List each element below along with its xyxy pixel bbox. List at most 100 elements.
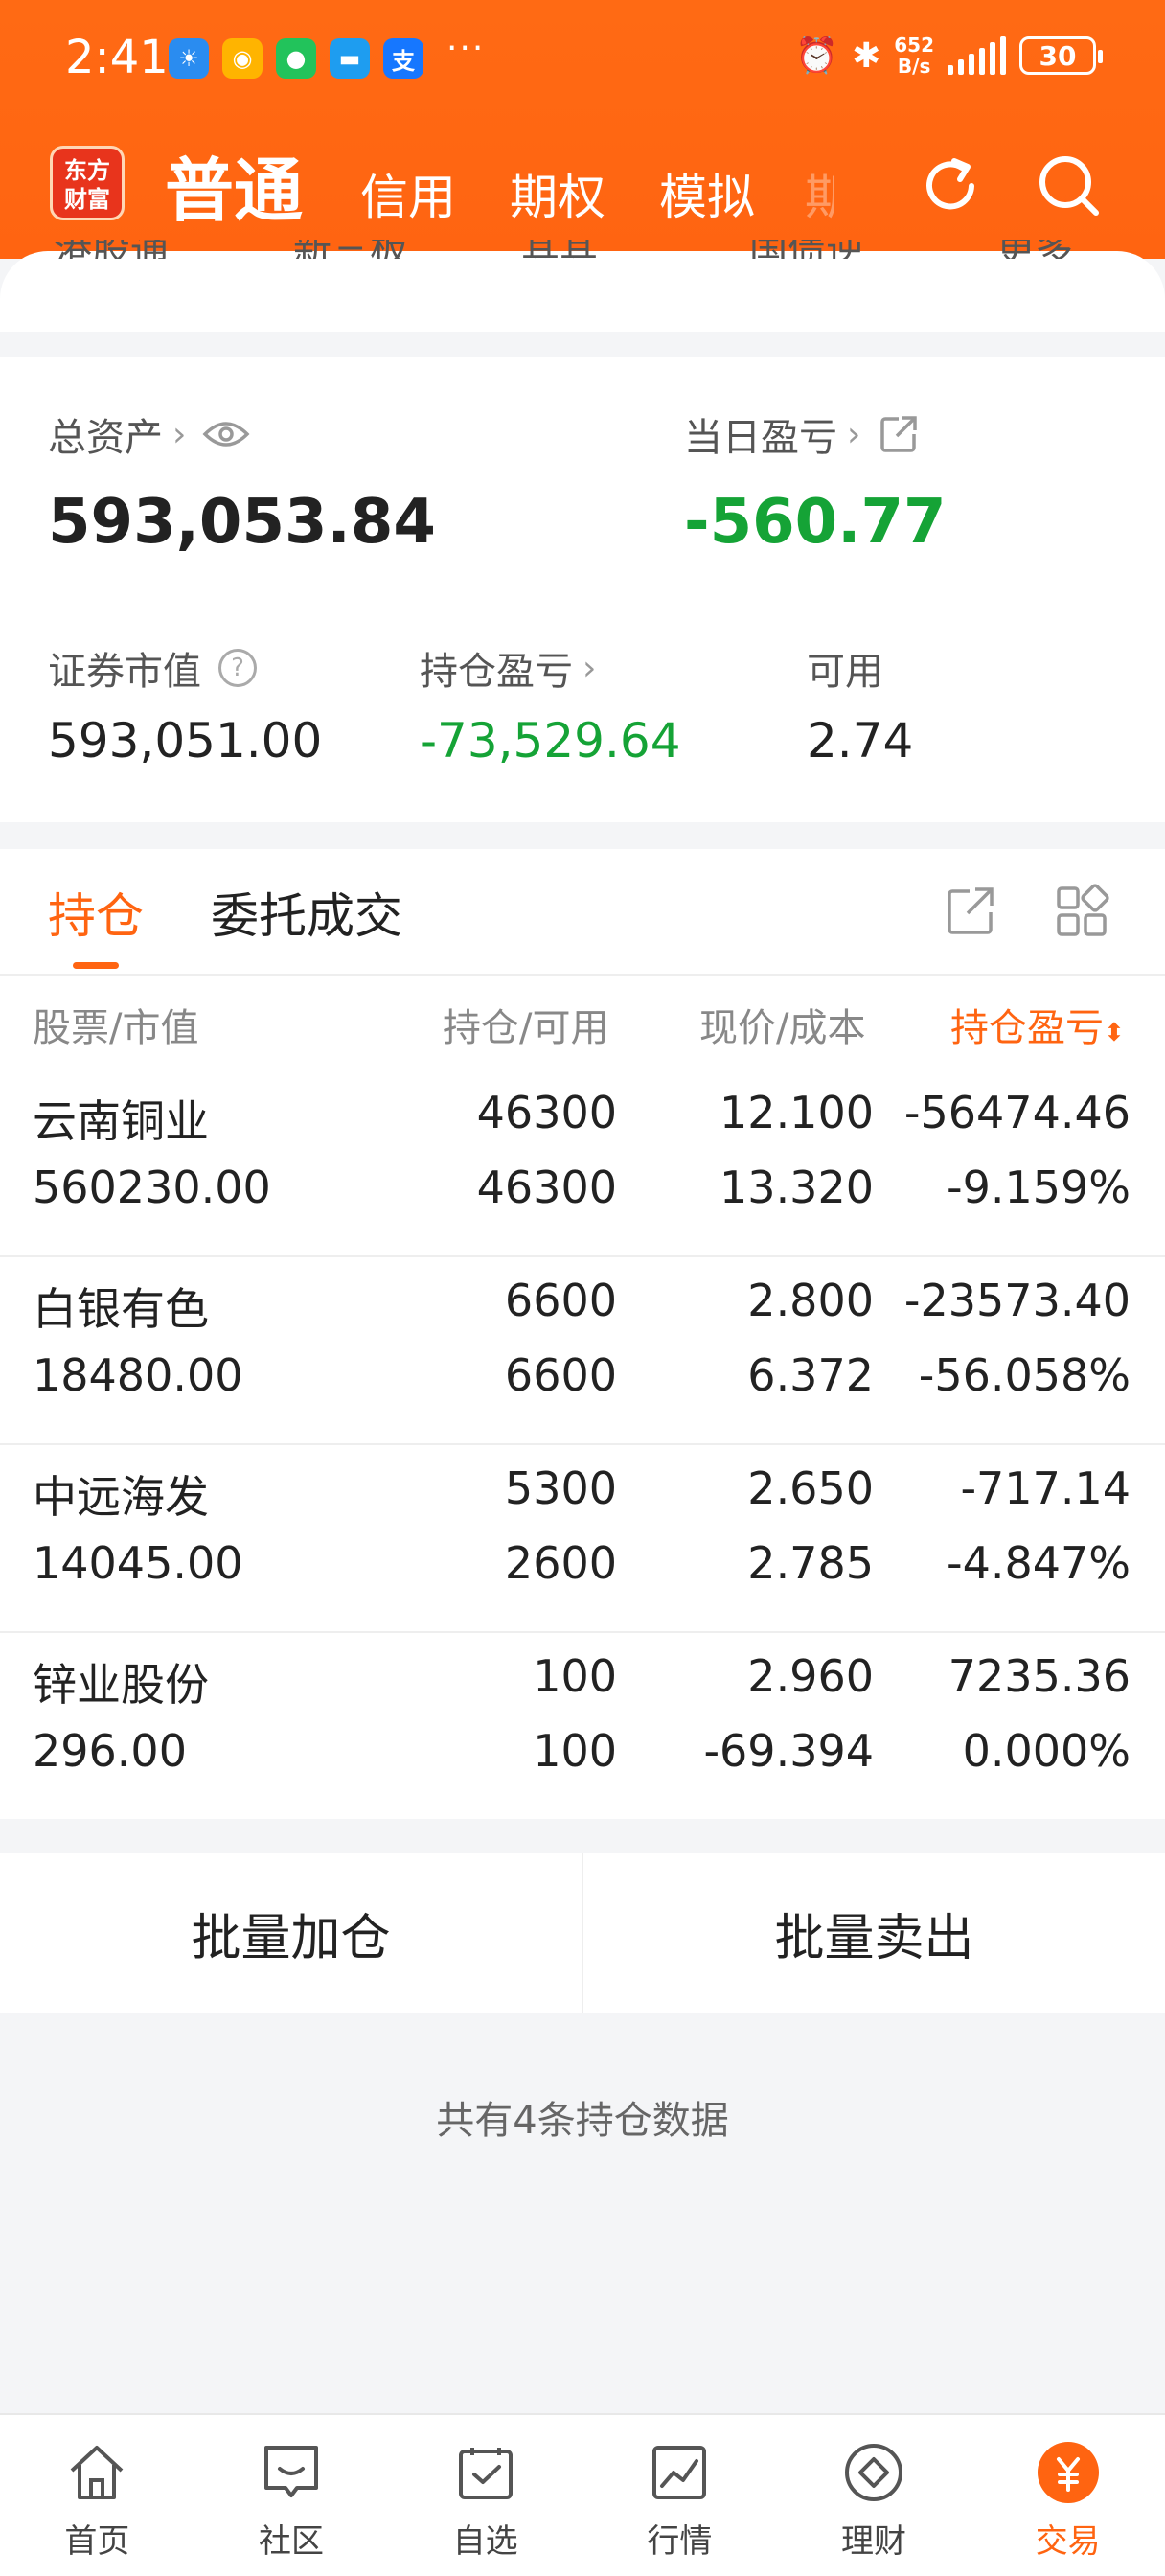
tab-options[interactable]: 期权 (510, 159, 605, 228)
cost-price: 2.785 (747, 1537, 874, 1589)
position-pl-pct: -56.058% (918, 1349, 1131, 1401)
home-icon (70, 2446, 124, 2499)
tab-orders[interactable]: 委托成交 (211, 878, 402, 947)
nav-label: 交易 (1035, 2522, 1101, 2561)
refresh-icon[interactable] (912, 148, 989, 224)
available-qty: 2600 (504, 1537, 617, 1589)
more-notifications-icon: ··· (446, 29, 486, 68)
signal-icon (948, 36, 1006, 75)
quick-menu-item[interactable]: 新三板 (293, 240, 408, 259)
status-right: ⏰ ✱ 652 B/s 30 (795, 34, 1103, 77)
securities-value: 593,051.00 (48, 713, 323, 769)
alipay-app-icon: 支 (383, 38, 423, 79)
sort-icon: ⬍ (1104, 1019, 1125, 1047)
quick-menu-item[interactable]: 国债逆 (749, 240, 864, 259)
table-row[interactable]: 云南铜业 560230.00 46300 46300 12.100 13.320… (0, 1070, 1165, 1257)
cost-price: 6.372 (747, 1349, 874, 1401)
tab-normal[interactable]: 普通 (165, 134, 303, 235)
help-icon[interactable]: ? (218, 649, 257, 687)
tab-credit[interactable]: 信用 (360, 159, 456, 228)
quick-menu-item[interactable]: 港股通 (54, 240, 169, 259)
battery-icon: 30 (1019, 36, 1103, 75)
nav-watchlist[interactable]: 自选 (388, 2415, 582, 2576)
tab-positions[interactable]: 持仓 (48, 878, 144, 947)
nav-wealth[interactable]: 理财 (777, 2415, 971, 2576)
batch-add-button[interactable]: 批量加仓 (0, 1853, 582, 2012)
grid-layout-icon[interactable] (1054, 884, 1109, 939)
nav-label: 行情 (647, 2522, 713, 2561)
position-qty: 46300 (476, 1087, 617, 1138)
current-price: 12.100 (720, 1087, 874, 1138)
nav-home[interactable]: 首页 (0, 2415, 194, 2576)
stock-name: 锌业股份 (33, 1659, 209, 1711)
active-tab-indicator (73, 962, 119, 969)
total-assets-label-text: 总资产 (48, 416, 163, 460)
market-value: 14045.00 (33, 1537, 243, 1589)
quick-menu-item[interactable]: 其其 (521, 240, 598, 259)
chat-app-icon: ▬ (330, 38, 370, 79)
tab-overflow[interactable]: 期 (805, 159, 834, 228)
asset-summary-card: 总资产 › 593,053.84 当日盈亏 › -560.77 证券市值 ? 5… (0, 356, 1165, 822)
daily-pl-label[interactable]: 当日盈亏 › (684, 406, 920, 462)
logo-line1: 东方 (64, 156, 110, 184)
total-assets-label[interactable]: 总资产 › (48, 406, 251, 462)
nav-community[interactable]: 社区 (194, 2415, 389, 2576)
net-speed-value: 652 (894, 34, 934, 57)
bottom-nav: 首页 社区 自选 行情 理财 交易 (0, 2413, 1165, 2576)
position-qty: 6600 (504, 1275, 617, 1326)
alarm-icon: ⏰ (795, 36, 839, 76)
table-row[interactable]: 锌业股份 296.00 100 100 2.960 -69.394 7235.3… (0, 1633, 1165, 1821)
securities-value-label: 证券市值 ? (48, 640, 257, 696)
column-header-stock: 股票/市值 (33, 1006, 199, 1050)
table-row[interactable]: 白银有色 18480.00 6600 6600 2.800 6.372 -235… (0, 1257, 1165, 1445)
quick-menu-card (0, 251, 1165, 332)
position-pl: -56474.46 (903, 1087, 1131, 1138)
chat-bubble-icon (264, 2446, 318, 2497)
status-time: 2:41 (65, 31, 169, 84)
column-header-pl[interactable]: 持仓盈亏⬍ (950, 997, 1125, 1052)
available-qty: 46300 (476, 1162, 617, 1213)
position-pl-pct: 0.000% (962, 1725, 1131, 1777)
export-icon[interactable] (943, 884, 998, 939)
nav-market[interactable]: 行情 (582, 2415, 777, 2576)
position-qty: 100 (533, 1650, 617, 1702)
app-logo: 东方 财富 (50, 146, 125, 220)
market-value: 18480.00 (33, 1349, 243, 1401)
column-header-pl-text: 持仓盈亏 (950, 1006, 1104, 1050)
available-label: 可用 (807, 650, 883, 694)
tab-simulation[interactable]: 模拟 (659, 159, 755, 228)
eye-icon[interactable] (201, 417, 251, 451)
current-price: 2.800 (747, 1275, 874, 1326)
market-value: 296.00 (33, 1725, 187, 1777)
quick-menu-item[interactable]: 更多 (996, 240, 1073, 259)
current-price: 2.650 (747, 1462, 874, 1514)
current-price: 2.960 (747, 1650, 874, 1702)
chevron-right-icon: › (172, 414, 187, 454)
nav-label: 理财 (841, 2522, 907, 2561)
logo-line2: 财富 (64, 185, 110, 213)
search-icon[interactable] (1031, 148, 1108, 224)
batch-sell-button[interactable]: 批量卖出 (583, 1853, 1165, 2012)
weibo-app-icon: ◉ (222, 38, 263, 79)
position-pl-value: -73,529.64 (420, 713, 681, 769)
stock-name: 白银有色 (33, 1283, 209, 1335)
market-value: 560230.00 (33, 1162, 271, 1213)
share-icon[interactable] (878, 413, 920, 455)
wealth-icon (845, 2444, 903, 2501)
available-qty: 6600 (504, 1349, 617, 1401)
cost-price: 13.320 (720, 1162, 874, 1213)
total-assets-value: 593,053.84 (48, 487, 436, 558)
yuan-coin-icon (1037, 2442, 1099, 2503)
stock-name: 中远海发 (33, 1471, 209, 1523)
table-row[interactable]: 中远海发 14045.00 5300 2600 2.650 2.785 -717… (0, 1445, 1165, 1633)
nav-label: 社区 (259, 2522, 324, 2561)
cost-price: -69.394 (703, 1725, 874, 1777)
wechat-app-icon: ● (276, 38, 316, 79)
net-speed: 652 B/s (894, 34, 934, 77)
nav-trade[interactable]: 交易 (971, 2415, 1165, 2576)
column-header-qty: 持仓/可用 (443, 1006, 609, 1050)
notification-icons: ☀ ◉ ● ▬ 支 (169, 38, 423, 79)
position-pl-label[interactable]: 持仓盈亏 › (420, 640, 596, 696)
status-bar: 2:41 ☀ ◉ ● ▬ 支 ··· ⏰ ✱ 652 B/s 30 (0, 0, 1165, 115)
quick-menu-cutoff: 港股通 新三板 其其 国债逆 更多 (0, 240, 1165, 259)
